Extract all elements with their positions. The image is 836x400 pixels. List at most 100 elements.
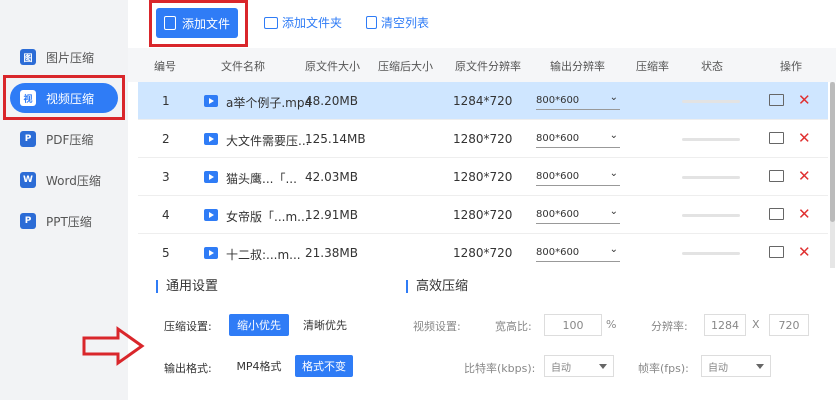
chevron-down-icon: ⌄ xyxy=(609,92,618,103)
table-row[interactable]: 3 猫头鹰...「... 42.03MB 1280*720 800*600 ⌄ … xyxy=(138,158,828,196)
row-num: 4 xyxy=(162,208,170,222)
sidebar-item-label: 图片压缩 xyxy=(46,50,95,65)
percent-sign: % xyxy=(606,318,617,331)
sidebar-item-label: Word压缩 xyxy=(46,173,101,188)
sidebar-item-image[interactable]: 图 图片压缩 xyxy=(10,42,118,72)
highlight-box xyxy=(3,75,125,120)
output-resolution-select[interactable]: 800*600 ⌄ xyxy=(536,92,620,110)
image-icon: 图 xyxy=(20,49,36,65)
ppt-icon: P xyxy=(20,213,36,229)
pdf-icon: P xyxy=(20,131,36,147)
format-mp4[interactable]: MP4格式 xyxy=(229,355,289,377)
resolution-width-input[interactable]: 1284 xyxy=(704,314,746,336)
aspect-input[interactable]: 100 xyxy=(544,314,602,336)
row-res: 1284*720 xyxy=(453,94,513,108)
folder-icon[interactable] xyxy=(769,94,784,106)
table-row[interactable]: 5 十二叔:...m... 21.38MB 1280*720 800*600 ⌄… xyxy=(138,234,828,268)
progress-bar xyxy=(682,100,740,103)
row-size: 42.03MB xyxy=(305,170,358,184)
file-list: 1 a举个例子.mp4 48.20MB 1284*720 800*600 ⌄ ✕… xyxy=(128,82,828,268)
table-row[interactable]: 1 a举个例子.mp4 48.20MB 1284*720 800*600 ⌄ ✕ xyxy=(138,82,828,120)
bitrate-select[interactable]: 自动 xyxy=(544,355,614,377)
close-icon[interactable]: ✕ xyxy=(798,167,811,185)
output-resolution-value: 800*600 xyxy=(536,247,580,258)
close-icon[interactable]: ✕ xyxy=(798,129,811,147)
output-resolution-value: 800*600 xyxy=(536,171,580,182)
video-file-icon xyxy=(204,171,218,183)
folder-icon[interactable] xyxy=(769,208,784,220)
chevron-down-icon: ⌄ xyxy=(609,168,618,179)
col-actions: 操作 xyxy=(780,60,802,73)
bitrate-label: 比特率(kbps): xyxy=(464,362,536,375)
fps-value: 自动 xyxy=(708,362,728,374)
col-name: 文件名称 xyxy=(221,60,265,73)
clear-list-button[interactable]: 清空列表 xyxy=(366,14,429,31)
folder-icon[interactable] xyxy=(769,170,784,182)
col-ratio: 压缩率 xyxy=(636,60,669,73)
clear-list-label: 清空列表 xyxy=(381,16,430,30)
output-resolution-select[interactable]: 800*600 ⌄ xyxy=(536,206,620,224)
format-keep[interactable]: 格式不变 xyxy=(295,355,353,377)
sidebar-item-label: PDF压缩 xyxy=(46,132,94,147)
sidebar-item-word[interactable]: W Word压缩 xyxy=(10,165,118,195)
row-size: 12.91MB xyxy=(305,208,358,222)
word-icon: W xyxy=(20,172,36,188)
add-folder-button[interactable]: 添加文件夹 xyxy=(264,14,342,31)
close-icon[interactable]: ✕ xyxy=(798,205,811,223)
folder-plus-icon xyxy=(264,16,278,29)
folder-icon[interactable] xyxy=(769,132,784,144)
sidebar-item-ppt[interactable]: P PPT压缩 xyxy=(10,206,118,236)
bitrate-value: 自动 xyxy=(551,362,571,374)
progress-bar xyxy=(682,252,740,255)
scrollbar-thumb[interactable] xyxy=(830,82,835,222)
chevron-down-icon xyxy=(756,364,764,369)
row-size: 125.14MB xyxy=(305,132,366,146)
output-resolution-select[interactable]: 800*600 ⌄ xyxy=(536,168,620,186)
video-file-icon xyxy=(204,247,218,259)
close-icon[interactable]: ✕ xyxy=(798,243,811,261)
row-res: 1280*720 xyxy=(453,170,513,184)
sidebar-item-pdf[interactable]: P PDF压缩 xyxy=(10,124,118,154)
folder-icon[interactable] xyxy=(769,246,784,258)
chevron-down-icon: ⌄ xyxy=(609,206,618,217)
row-res: 1280*720 xyxy=(453,246,513,260)
trash-icon xyxy=(366,16,377,29)
output-resolution-value: 800*600 xyxy=(536,133,580,144)
row-size: 48.20MB xyxy=(305,94,358,108)
col-size: 原文件大小 xyxy=(305,60,360,73)
table-row[interactable]: 2 大文件需要压... 125.14MB 1280*720 800*600 ⌄ … xyxy=(138,120,828,158)
row-res: 1280*720 xyxy=(453,208,513,222)
arrow-right-icon xyxy=(82,326,145,366)
close-icon[interactable]: ✕ xyxy=(798,91,811,109)
col-compressed: 压缩后大小 xyxy=(378,60,433,73)
row-name: a举个例子.mp4 xyxy=(226,96,313,110)
option-clear-first[interactable]: 清晰优先 xyxy=(295,314,355,336)
output-resolution-value: 800*600 xyxy=(536,209,580,220)
general-settings-title: 通用设置 xyxy=(156,280,218,293)
col-status: 状态 xyxy=(701,60,723,73)
resolution-label: 分辨率: xyxy=(651,320,688,333)
row-name: 十二叔:...m... xyxy=(226,248,301,262)
chevron-down-icon: ⌄ xyxy=(609,130,618,141)
scrollbar[interactable] xyxy=(830,82,835,268)
video-file-icon xyxy=(204,133,218,145)
add-folder-label: 添加文件夹 xyxy=(282,16,343,30)
table-row[interactable]: 4 女帝版「...m... 12.91MB 1280*720 800*600 ⌄… xyxy=(138,196,828,234)
output-resolution-select[interactable]: 800*600 ⌄ xyxy=(536,130,620,148)
compress-setting-label: 压缩设置: xyxy=(164,320,212,333)
table-header: 编号 文件名称 原文件大小 压缩后大小 原文件分辨率 输出分辨率 压缩率 状态 … xyxy=(128,48,836,82)
row-res: 1280*720 xyxy=(453,132,513,146)
row-name: 猫头鹰...「... xyxy=(226,172,297,186)
progress-bar xyxy=(682,138,740,141)
output-format-label: 输出格式: xyxy=(164,362,212,375)
chevron-down-icon xyxy=(599,364,607,369)
output-resolution-select[interactable]: 800*600 ⌄ xyxy=(536,244,620,262)
row-name: 大文件需要压... xyxy=(226,134,310,148)
fps-select[interactable]: 自动 xyxy=(701,355,771,377)
resolution-x: X xyxy=(752,318,760,331)
option-small-first[interactable]: 缩小优先 xyxy=(229,314,289,336)
row-size: 21.38MB xyxy=(305,246,358,260)
aspect-label: 宽高比: xyxy=(495,320,532,333)
row-num: 5 xyxy=(162,246,170,260)
resolution-height-input[interactable]: 720 xyxy=(769,314,809,336)
